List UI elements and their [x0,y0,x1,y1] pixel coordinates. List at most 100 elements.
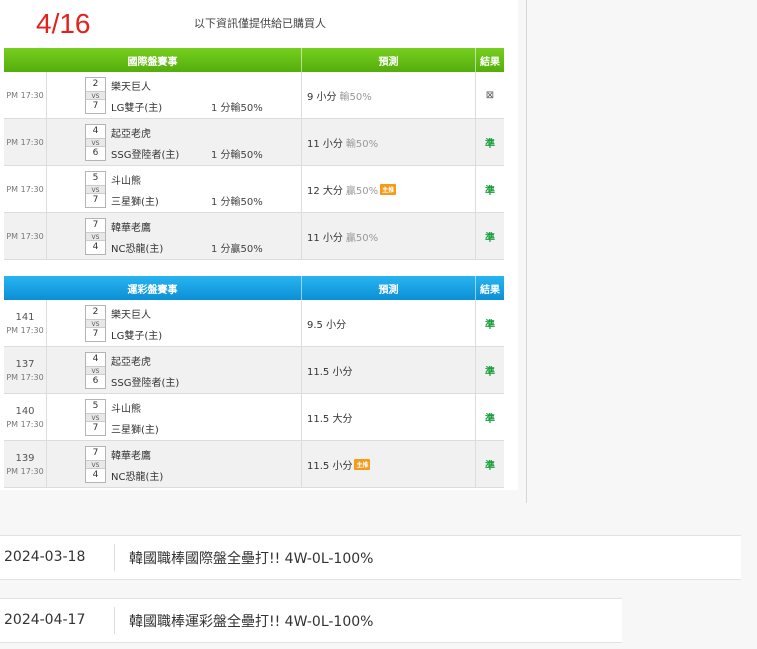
result-mark: 準 [485,460,495,472]
game-number: 140 [15,405,35,417]
lottery-table: 運彩盤賽事 預測 結果 141 PM 17:30 2 VS 7 樂天巨人 LG雙子(主) 9.… [4,276,504,488]
time-cell: PM 17:30 [4,72,47,118]
handicap-line: 1 分輸50% [211,197,263,208]
score-box: 5 VS 7 [85,171,106,208]
game-time: PM 17:30 [6,137,44,147]
away-team: 斗山熊 [111,176,141,187]
game-time: PM 17:30 [6,466,44,476]
away-score: 2 [92,79,99,89]
away-score: 7 [92,220,99,230]
hot-pick-badge: 主推 [380,183,397,195]
home-team: SSG登陸者(主) [111,378,180,389]
prediction-cell: 11 小分 輸50% [302,119,476,165]
result-mark: 準 [485,232,495,244]
home-team: SSG登陸者(主) [111,150,180,161]
score-box: 7 VS 4 [85,446,106,483]
vs-label: VS [86,460,105,469]
vs-label: VS [86,413,105,422]
matchup-cell: 4 VS 6 起亞老虎 SSG登陸者(主) 1 分輸50% [47,119,302,165]
game-time: PM 17:30 [6,419,44,429]
away-team: 韓華老鷹 [111,451,151,462]
prediction-value: 12 大分 [307,185,343,197]
result-cell: 準 [476,166,504,212]
game-time: PM 17:30 [6,325,44,335]
result-cell: 準 [476,441,504,487]
home-team: NC恐龍(主) [111,472,164,483]
game-time: PM 17:30 [6,372,44,382]
score-box: 4 VS 6 [85,352,106,389]
score-box: 5 VS 7 [85,399,106,436]
prediction-header: 預測 [302,48,476,72]
away-score: 4 [92,354,99,364]
matchup-cell: 7 VS 4 韓華老鷹 NC恐龍(主) [47,441,302,487]
result-mark: 準 [485,138,495,150]
home-score: 6 [92,148,99,158]
prediction-cell: 9.5 小分 [302,300,476,346]
result-mark: 準 [485,185,495,197]
matchup-cell: 4 VS 6 起亞老虎 SSG登陸者(主) [47,347,302,393]
international-title: 國際盤賽事 [4,48,302,72]
prediction-cell: 9 小分 輸50% [302,72,476,118]
score-box: 7 VS 4 [85,218,106,255]
divider [526,0,527,503]
lottery-header: 運彩盤賽事 預測 結果 [4,276,504,300]
vs-label: VS [86,366,105,375]
prediction-odds: 輸50% [345,138,379,150]
summary-title[interactable]: 韓國職棒運彩盤全壘打!! 4W-0L-100% [115,611,373,631]
table-row: 140 PM 17:30 5 VS 7 斗山熊 三星獅(主) 11.5 大分 準 [4,394,504,441]
time-cell: PM 17:30 [4,166,47,212]
vs-label: VS [86,91,105,100]
result-header: 結果 [480,284,500,296]
home-score: 7 [92,195,99,205]
home-score: 4 [92,242,99,252]
prediction-value: 11.5 小分 [307,366,353,378]
summary-title[interactable]: 韓國職棒國際盤全壘打!! 4W-0L-100% [115,548,373,568]
prediction-card: 4/16 以下資訊僅提供給已購買人 國際盤賽事 預測 結果 PM 17:30 2 V… [0,0,518,490]
time-cell: 139 PM 17:30 [4,441,47,487]
result-cell: ⊠ [476,72,504,118]
away-score: 7 [92,448,99,458]
result-cell: 準 [476,300,504,346]
result-mark: 準 [485,413,495,425]
international-header: 國際盤賽事 預測 結果 [4,48,504,72]
away-score: 4 [92,126,99,136]
score-box: 2 VS 7 [85,77,106,114]
summary-date: 2024-03-18 [0,544,115,571]
result-cell: 準 [476,119,504,165]
time-cell: PM 17:30 [4,119,47,165]
matchup-cell: 2 VS 7 樂天巨人 LG雙子(主) 1 分輸50% [47,72,302,118]
international-table: 國際盤賽事 預測 結果 PM 17:30 2 VS 7 樂天巨人 LG雙子(主) 1 分輸5… [4,48,504,260]
prediction-cell: 11.5 小分 主推 [302,441,476,487]
prediction-cell: 12 大分 贏50% 主推 [302,166,476,212]
result-mark: ⊠ [485,89,495,101]
time-cell: 140 PM 17:30 [4,394,47,440]
away-team: 樂天巨人 [111,82,151,93]
prediction-cell: 11.5 小分 [302,347,476,393]
result-mark: 準 [485,366,495,378]
buyer-notice: 以下資訊僅提供給已購買人 [194,17,326,30]
score-box: 2 VS 7 [85,305,106,342]
summary-row[interactable]: 2024-03-18 韓國職棒國際盤全壘打!! 4W-0L-100% [0,535,741,580]
table-row: PM 17:30 7 VS 4 韓華老鷹 NC恐龍(主) 1 分贏50% 11 小分 贏50% 準 [4,213,504,260]
summary-date: 2024-04-17 [0,607,115,634]
hot-pick-badge: 主推 [354,458,371,470]
game-number: 141 [15,311,35,323]
home-score: 7 [92,329,99,339]
home-team: LG雙子(主) [111,103,163,114]
vs-label: VS [86,138,105,147]
result-cell: 準 [476,347,504,393]
prediction-cell: 11 小分 贏50% [302,213,476,259]
prediction-odds: 輸50% [339,91,372,103]
table-row: PM 17:30 4 VS 6 起亞老虎 SSG登陸者(主) 1 分輸50% 11 小分 輸50… [4,119,504,166]
vs-label: VS [86,319,105,328]
matchup-cell: 2 VS 7 樂天巨人 LG雙子(主) [47,300,302,346]
summary-row[interactable]: 2024-04-17 韓國職棒運彩盤全壘打!! 4W-0L-100% [0,598,622,643]
home-team: NC恐龍(主) [111,244,164,255]
date-heading: 4/16 [36,8,91,39]
prediction-cell: 11.5 大分 [302,394,476,440]
away-team: 韓華老鷹 [111,223,151,234]
home-score: 7 [92,101,99,111]
result-cell: 準 [476,394,504,440]
away-score: 5 [92,401,99,411]
table-row: PM 17:30 2 VS 7 樂天巨人 LG雙子(主) 1 分輸50% 9 小分 輸50% ⊠ [4,72,504,119]
